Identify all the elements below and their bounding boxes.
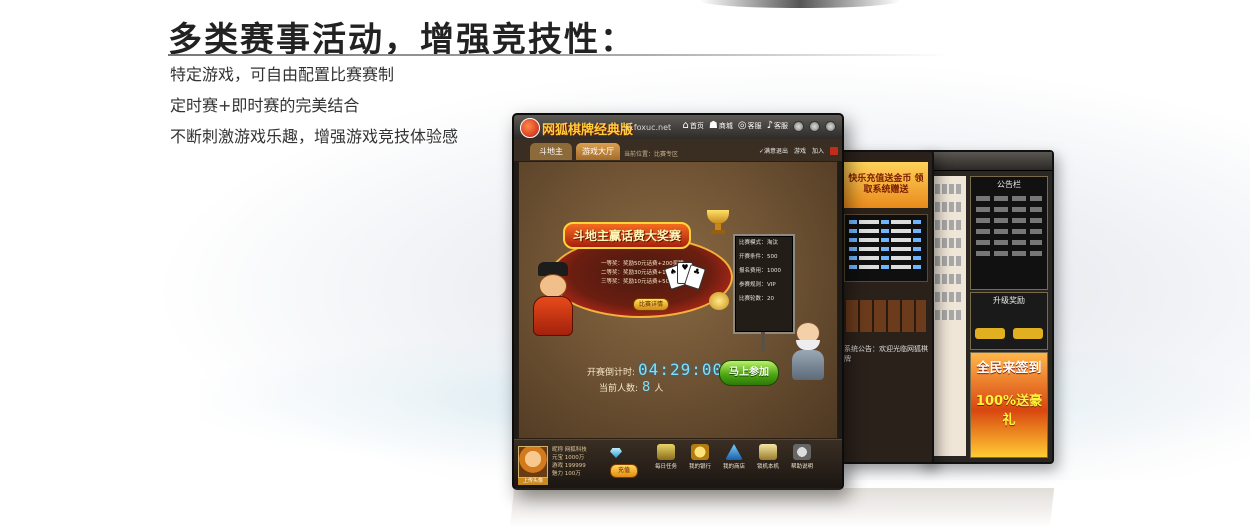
tab-bar: 斗地主 游戏大厅 当前位置：比赛专区 ✓满意退出 游戏 加入 bbox=[514, 139, 842, 161]
players-number: 8 bbox=[642, 380, 651, 395]
phone-icon: ♪ bbox=[766, 120, 773, 131]
main-game-window: 网狐棋牌经典版 jd.foxuc.net ⌂ 首页 ☗ 商城 ◎ 客服 ♪ 客服 斗地主… bbox=[512, 113, 844, 490]
feature-list: 特定游戏，可自由配置比赛赛制 定时赛+即时赛的完美结合 不断刺激游戏乐趣，增强游… bbox=[170, 64, 458, 157]
signin-promo[interactable]: 全民来签到 100%送豪礼 bbox=[970, 352, 1048, 458]
headline-divider bbox=[168, 54, 948, 56]
rule-row: 参赛规则： VIP bbox=[739, 282, 776, 288]
trophy-icon bbox=[707, 210, 729, 236]
playing-cards-icon: ♠ ♥ ♣ bbox=[663, 262, 707, 290]
help-icon bbox=[793, 444, 811, 460]
exit-option[interactable]: ✓满意退出 bbox=[759, 146, 788, 155]
notice-title: 公告栏 bbox=[997, 180, 1021, 189]
menu-shop[interactable]: ☗ 商城 bbox=[709, 120, 733, 132]
back-window-titlebar bbox=[922, 152, 1052, 171]
fox-logo-icon bbox=[520, 118, 540, 138]
titlebar: 网狐棋牌经典版 jd.foxuc.net ⌂ 首页 ☗ 商城 ◎ 客服 ♪ 客服 bbox=[514, 115, 842, 140]
recharge-promo[interactable]: 快乐充值送金币 领取系统赠送 bbox=[844, 162, 928, 208]
feature-item: 特定游戏，可自由配置比赛赛制 bbox=[170, 65, 395, 84]
app-url: jd.foxuc.net bbox=[624, 123, 672, 132]
match-banner: 斗地主赢话费大奖赛 一等奖：奖励50元话费+200奖牌 二等奖：奖励30元话费+… bbox=[549, 210, 733, 318]
recharge-button[interactable]: 充值 bbox=[610, 464, 638, 478]
rule-row: 比赛模式： 淘汰 bbox=[739, 240, 779, 246]
ranking-list bbox=[844, 214, 928, 282]
join-option[interactable]: 加入 bbox=[812, 146, 824, 155]
tab-close-button[interactable] bbox=[830, 146, 838, 155]
tool-shop[interactable]: 我的商店 bbox=[720, 444, 748, 470]
minimize-button[interactable] bbox=[793, 120, 804, 132]
stat-line: 魅力 100万 bbox=[552, 471, 581, 477]
rules-board: 比赛模式： 淘汰 开赛条件： 500 报名费用： 1000 参赛规则： VIP 比赛轮数… bbox=[733, 234, 795, 352]
task-icon bbox=[657, 444, 675, 460]
home-icon: ⌂ bbox=[682, 120, 689, 131]
countdown-time: 04:29:00 bbox=[638, 360, 724, 379]
notice-panel: 公告栏 bbox=[970, 176, 1048, 290]
tool-bank[interactable]: 我的银行 bbox=[686, 444, 714, 470]
countdown-label: 开赛倒计时: bbox=[587, 368, 636, 378]
match-content: 斗地主赢话费大奖赛 一等奖：奖励50元话费+200奖牌 二等奖：奖励30元话费+… bbox=[518, 161, 838, 439]
app-title: 网狐棋牌经典版 bbox=[542, 123, 634, 138]
back-window: 公告栏 升级奖励 全民来签到 100%送豪礼 bbox=[920, 150, 1054, 464]
tool-task[interactable]: 每日任务 bbox=[652, 444, 680, 470]
recharge-promo-text: 快乐充值送金币 领取系统赠送 bbox=[848, 174, 924, 195]
upgrade-title: 升级奖励 bbox=[993, 296, 1025, 305]
bottom-bar: 上传头像 昵称 网狐科技 元宝 1000万 游戏 199999 魅力 100万 … bbox=[514, 439, 842, 488]
titlebar-menu: ⌂ 首页 ☗ 商城 ◎ 客服 ♪ 客服 bbox=[683, 120, 836, 132]
tab-actions: ✓满意退出 游戏 加入 bbox=[759, 146, 838, 155]
decorative-swoosh bbox=[700, 0, 900, 8]
menu-service[interactable]: ◎ 客服 bbox=[738, 120, 762, 132]
menu-home[interactable]: ⌂ 首页 bbox=[683, 120, 704, 132]
feature-item: 不断刺激游戏乐趣，增强游戏竞技体验感 bbox=[170, 127, 459, 146]
system-notice: 系统公告：欢迎光临网狐棋牌 bbox=[844, 345, 928, 363]
service-icon: ◎ bbox=[737, 120, 747, 131]
rule-row: 报名费用： 1000 bbox=[739, 268, 781, 274]
players-label: 当前人数: bbox=[599, 384, 639, 394]
tool-lock[interactable]: 锁机本机 bbox=[754, 444, 782, 470]
upload-avatar-label[interactable]: 上传头像 bbox=[518, 478, 548, 485]
maximize-button[interactable] bbox=[809, 120, 820, 132]
menu-phone[interactable]: ♪ 客服 bbox=[767, 120, 788, 132]
lock-icon bbox=[759, 444, 777, 460]
claim-button[interactable] bbox=[1013, 328, 1043, 339]
stat-line: 元宝 1000万 bbox=[552, 455, 585, 461]
rule-row: 开赛条件： 500 bbox=[739, 254, 778, 260]
countdown: 开赛倒计时: 04:29:00 bbox=[587, 360, 723, 379]
rule-row: 比赛轮数： 20 bbox=[739, 296, 774, 302]
god-of-wealth-character bbox=[533, 262, 573, 340]
gold-coins-icon bbox=[709, 292, 729, 310]
match-title: 斗地主赢话费大奖赛 bbox=[563, 222, 692, 249]
match-details-button[interactable]: 比赛详情 bbox=[633, 298, 669, 311]
players-unit: 人 bbox=[654, 384, 664, 394]
user-stats: 昵称 网狐科技 元宝 1000万 游戏 199999 魅力 100万 bbox=[552, 446, 587, 478]
upgrade-panel: 升级奖励 bbox=[970, 292, 1048, 350]
shop-icon bbox=[725, 444, 743, 460]
feature-item: 定时赛+即时赛的完美结合 bbox=[170, 96, 360, 115]
diamond-icon bbox=[610, 448, 622, 458]
bank-icon bbox=[691, 444, 709, 460]
signin-promo-subtitle: 100%送豪礼 bbox=[975, 394, 1043, 428]
tool-help[interactable]: 帮助说明 bbox=[788, 444, 816, 470]
tab-lobby[interactable]: 游戏大厅 bbox=[576, 143, 620, 160]
close-button[interactable] bbox=[825, 120, 836, 132]
stat-line: 昵称 网狐科技 bbox=[552, 447, 587, 453]
avatar[interactable] bbox=[518, 446, 548, 478]
tab-doudizhu[interactable]: 斗地主 bbox=[530, 143, 572, 160]
player-count: 当前人数: 8 人 bbox=[599, 380, 663, 395]
item-grid[interactable] bbox=[846, 300, 926, 332]
shop-icon: ☗ bbox=[708, 120, 718, 131]
middle-window: 快乐充值送金币 领取系统赠送 系统公告：欢迎光临网狐棋牌 bbox=[838, 150, 934, 464]
stat-line: 游戏 199999 bbox=[552, 463, 586, 469]
signin-promo-title: 全民来签到 bbox=[976, 361, 1042, 376]
window-reflection bbox=[509, 488, 1055, 528]
old-man-character bbox=[789, 322, 827, 384]
upgrade-button[interactable] bbox=[975, 328, 1005, 339]
location-text: 当前位置：比赛专区 bbox=[624, 151, 679, 158]
toolbar: 每日任务 我的银行 我的商店 锁机本机 帮助说明 bbox=[652, 444, 816, 470]
game-option[interactable]: 游戏 bbox=[794, 146, 806, 155]
join-now-button[interactable]: 马上参加 bbox=[719, 360, 779, 386]
